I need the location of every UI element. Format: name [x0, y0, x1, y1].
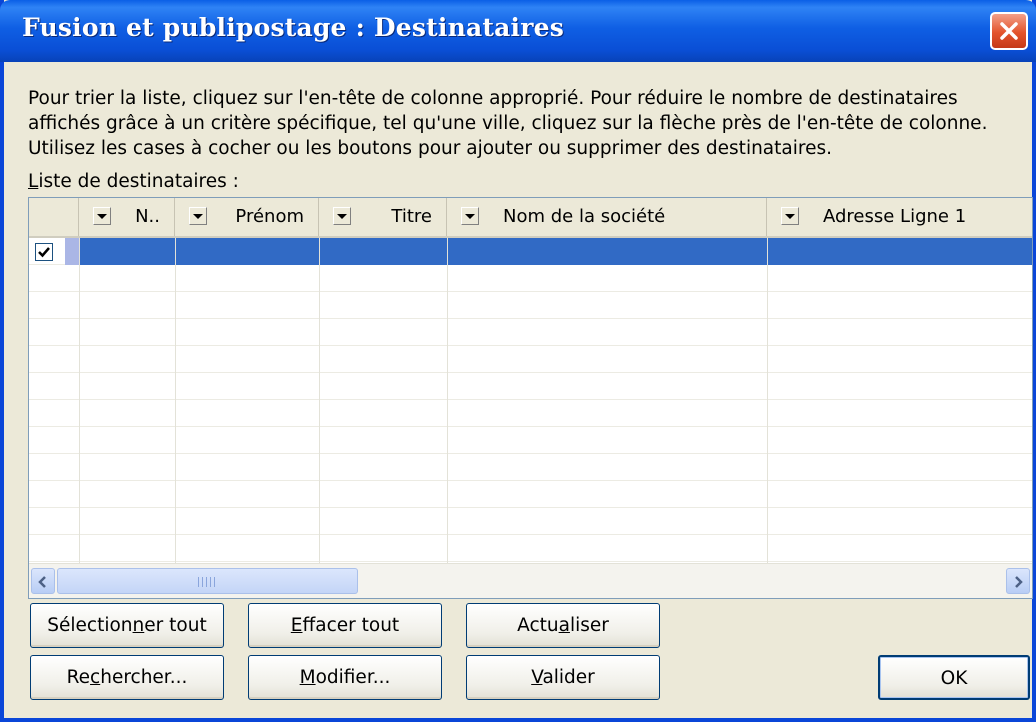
- list-header: N.. Prénom Titre Nom de la société Adres…: [29, 198, 1032, 238]
- filter-dropdown-icon[interactable]: [333, 207, 351, 225]
- window-title: Fusion et publipostage : Destinataires: [22, 13, 564, 42]
- filter-dropdown-icon[interactable]: [189, 207, 207, 225]
- column-header-adresse[interactable]: Adresse Ligne 1: [767, 198, 1032, 236]
- column-header-nom[interactable]: N..: [79, 198, 175, 236]
- checkmark-icon: [38, 247, 50, 258]
- chevron-right-icon: [1015, 576, 1023, 588]
- column-divider: [175, 238, 176, 564]
- recipients-list[interactable]: N.. Prénom Titre Nom de la société Adres…: [28, 197, 1033, 599]
- chevron-left-icon: [38, 576, 46, 588]
- find-button[interactable]: Rechercher...: [30, 655, 224, 700]
- selected-row-marker: [65, 238, 79, 265]
- column-header-checkbox[interactable]: [29, 198, 79, 236]
- scrollbar-grip-icon: [198, 577, 218, 587]
- horizontal-scrollbar[interactable]: [29, 563, 1032, 598]
- mail-merge-recipients-dialog: Fusion et publipostage : Destinataires P…: [0, 0, 1036, 722]
- validate-button[interactable]: Valider: [466, 655, 660, 700]
- scroll-left-button[interactable]: [31, 568, 55, 594]
- column-divider: [79, 238, 80, 564]
- row-checkbox[interactable]: [35, 243, 53, 261]
- filter-dropdown-icon[interactable]: [781, 207, 799, 225]
- column-header-prenom[interactable]: Prénom: [175, 198, 319, 236]
- filter-dropdown-icon[interactable]: [93, 207, 111, 225]
- ok-button[interactable]: OK: [878, 655, 1030, 700]
- recipients-list-label: Liste de destinataires :: [28, 171, 239, 192]
- column-divider: [447, 238, 448, 564]
- edit-button[interactable]: Modifier...: [248, 655, 442, 700]
- column-header-titre[interactable]: Titre: [319, 198, 447, 236]
- list-rows: [29, 238, 1032, 564]
- column-divider: [319, 238, 320, 564]
- scroll-right-button[interactable]: [1006, 568, 1030, 594]
- filter-dropdown-icon[interactable]: [461, 207, 479, 225]
- title-bar[interactable]: Fusion et publipostage : Destinataires: [0, 0, 1036, 62]
- column-divider: [767, 238, 768, 564]
- select-all-button[interactable]: Sélectionner tout: [30, 603, 224, 648]
- close-icon: [1000, 22, 1018, 40]
- close-button[interactable]: [990, 12, 1028, 50]
- instructions-text: Pour trier la liste, cliquez sur l'en-tê…: [28, 88, 988, 159]
- clear-all-button[interactable]: Effacer tout: [248, 603, 442, 648]
- table-row-selected[interactable]: [79, 238, 1032, 265]
- refresh-button[interactable]: Actualiser: [466, 603, 660, 648]
- scrollbar-thumb[interactable]: [57, 568, 358, 594]
- column-header-societe[interactable]: Nom de la société: [447, 198, 767, 236]
